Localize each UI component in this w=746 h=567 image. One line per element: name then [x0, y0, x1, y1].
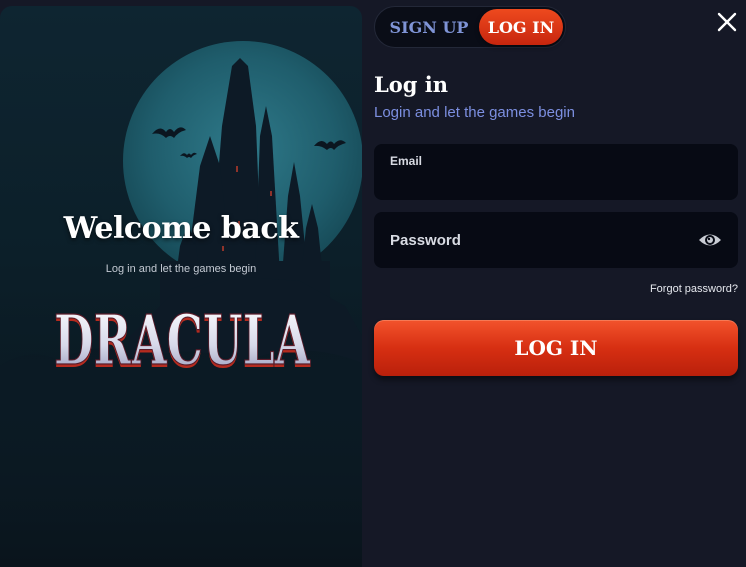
promo-panel: Welcome back Log in and let the games be…: [0, 6, 362, 567]
toggle-password-visibility-button[interactable]: [698, 229, 722, 251]
email-field[interactable]: Email: [374, 144, 738, 200]
svg-text:DRACULA: DRACULA: [54, 301, 311, 378]
castle-background-illustration: [0, 41, 362, 567]
form-title: Log in: [374, 72, 449, 97]
welcome-title: Welcome back: [63, 211, 299, 246]
password-input[interactable]: [390, 229, 680, 251]
tab-sign-up[interactable]: SIGN UP: [381, 9, 477, 45]
form-subtitle: Login and let the games begin: [374, 104, 575, 121]
welcome-subtitle: Log in and let the games begin: [105, 263, 257, 275]
tab-log-in[interactable]: LOG IN: [479, 9, 563, 45]
forgot-password-link[interactable]: Forgot password?: [650, 283, 738, 295]
email-label: Email: [390, 154, 423, 168]
dracula-logo: DRACULA DRACULA: [53, 300, 311, 378]
password-field[interactable]: [374, 212, 738, 268]
log-in-button[interactable]: LOG IN: [374, 320, 738, 376]
email-input[interactable]: [390, 170, 720, 192]
close-button[interactable]: [716, 11, 738, 33]
auth-tab-switch: SIGN UP LOG IN: [374, 6, 566, 48]
eye-icon: [699, 234, 721, 246]
close-icon: [717, 12, 737, 32]
